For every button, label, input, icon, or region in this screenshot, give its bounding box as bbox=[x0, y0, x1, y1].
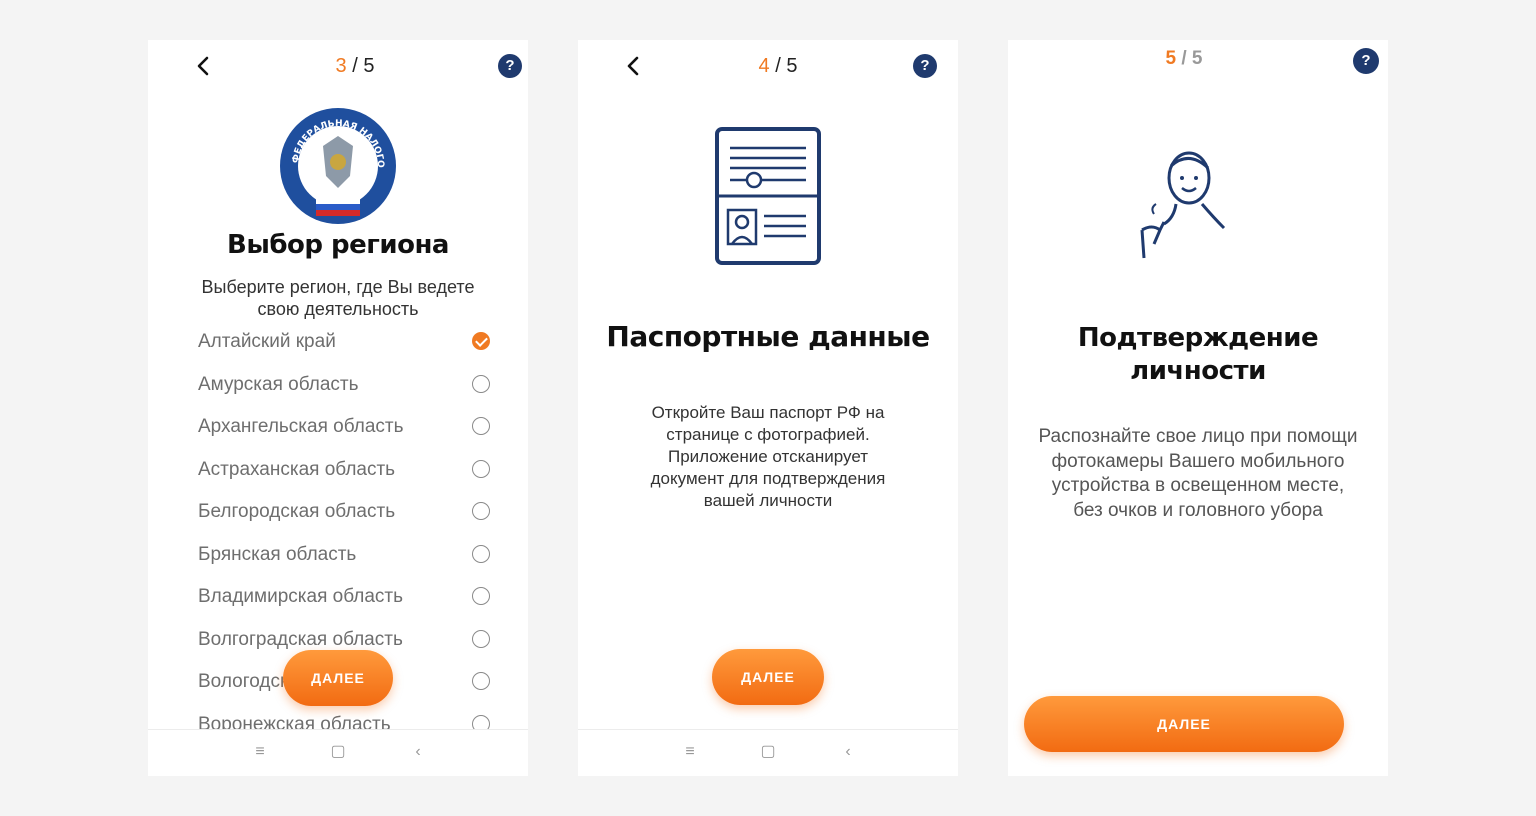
step-total: / 5 bbox=[1181, 48, 1203, 69]
region-label: Белгородская область bbox=[198, 501, 396, 522]
page-title: Выбор региона bbox=[227, 230, 449, 260]
step-total: / 5 bbox=[775, 55, 798, 77]
page-description: Выберите регион, где Вы ведете свою деят… bbox=[201, 277, 475, 319]
next-button[interactable]: ДАЛЕЕ bbox=[1024, 696, 1344, 752]
step-indicator: 5 / 5 bbox=[1134, 48, 1234, 70]
page-title: Подтверждение личности bbox=[1077, 323, 1319, 386]
screen-passport: 4 / 5 ? Паспортные данные Откройте Ваш п… bbox=[578, 40, 958, 776]
radio-button[interactable] bbox=[472, 502, 490, 520]
help-icon[interactable]: ? bbox=[913, 54, 937, 78]
screen-region-select: 3 / 5 ? ФЕДЕРАЛЬНАЯ НАЛОГОВАЯ Выбор реги… bbox=[148, 40, 528, 776]
step-indicator: 4 / 5 bbox=[728, 55, 828, 78]
chevron-left-icon[interactable] bbox=[622, 54, 646, 78]
help-icon[interactable]: ? bbox=[498, 54, 522, 78]
menu-icon[interactable]: ≡ bbox=[680, 742, 700, 762]
step-total: / 5 bbox=[352, 55, 375, 77]
checkmark-icon[interactable] bbox=[472, 332, 490, 350]
face-id-icon bbox=[1140, 151, 1226, 259]
radio-button[interactable] bbox=[472, 672, 490, 690]
region-label: Амурская область bbox=[198, 373, 359, 395]
region-item[interactable]: Белгородская область bbox=[198, 492, 490, 535]
region-item[interactable]: Алтайский край bbox=[198, 322, 490, 365]
next-button[interactable]: ДАЛЕЕ bbox=[712, 649, 824, 705]
back-triangle-icon[interactable]: ‹ bbox=[408, 742, 428, 762]
next-button[interactable]: ДАЛЕЕ bbox=[283, 650, 393, 706]
region-label: Алтайский край bbox=[198, 331, 336, 352]
region-item[interactable]: Амурская область bbox=[198, 365, 490, 408]
step-indicator: 3 / 5 bbox=[305, 55, 405, 78]
radio-button[interactable] bbox=[472, 587, 490, 605]
region-label: Архангельская область bbox=[198, 416, 404, 437]
radio-button[interactable] bbox=[472, 417, 490, 435]
region-label: Волгоградская область bbox=[198, 628, 403, 650]
step-current: 5 bbox=[1165, 48, 1177, 69]
screen-identity: 5 / 5 ? Подтверждение личности Распознай… bbox=[1008, 40, 1388, 776]
passport-icon bbox=[715, 127, 821, 265]
region-item[interactable]: Брянская область bbox=[198, 535, 490, 578]
region-item[interactable]: Астраханская область bbox=[198, 450, 490, 493]
square-icon[interactable]: ▢ bbox=[328, 742, 348, 762]
region-label: Астраханская область bbox=[198, 458, 396, 480]
radio-button[interactable] bbox=[472, 544, 490, 563]
help-icon[interactable]: ? bbox=[1353, 48, 1379, 74]
region-label: Брянская область bbox=[198, 543, 357, 565]
step-current: 4 bbox=[758, 55, 770, 77]
radio-button[interactable] bbox=[472, 629, 490, 648]
radio-button[interactable] bbox=[472, 374, 490, 393]
fns-emblem-logo: ФЕДЕРАЛЬНАЯ НАЛОГОВАЯ bbox=[278, 106, 396, 224]
chevron-left-icon[interactable] bbox=[192, 54, 216, 78]
radio-button[interactable] bbox=[472, 459, 490, 478]
square-icon[interactable]: ▢ bbox=[758, 742, 778, 762]
page-title: Паспортные данные bbox=[606, 320, 930, 353]
page-description: Откройте Ваш паспорт РФ на странице с фо… bbox=[650, 403, 886, 510]
menu-icon[interactable]: ≡ bbox=[250, 742, 270, 762]
page-description: Распознайте свое лицо при помощи фотокам… bbox=[1038, 426, 1358, 521]
region-item[interactable]: Архангельская область bbox=[198, 407, 490, 450]
system-navbar: ≡ ▢ ‹ bbox=[148, 729, 528, 776]
region-label: Владимирская область bbox=[198, 586, 403, 607]
step-current: 3 bbox=[335, 55, 347, 77]
region-item[interactable]: Владимирская область bbox=[198, 577, 490, 620]
system-navbar: ≡ ▢ ‹ bbox=[578, 729, 958, 776]
back-triangle-icon[interactable]: ‹ bbox=[838, 742, 858, 762]
